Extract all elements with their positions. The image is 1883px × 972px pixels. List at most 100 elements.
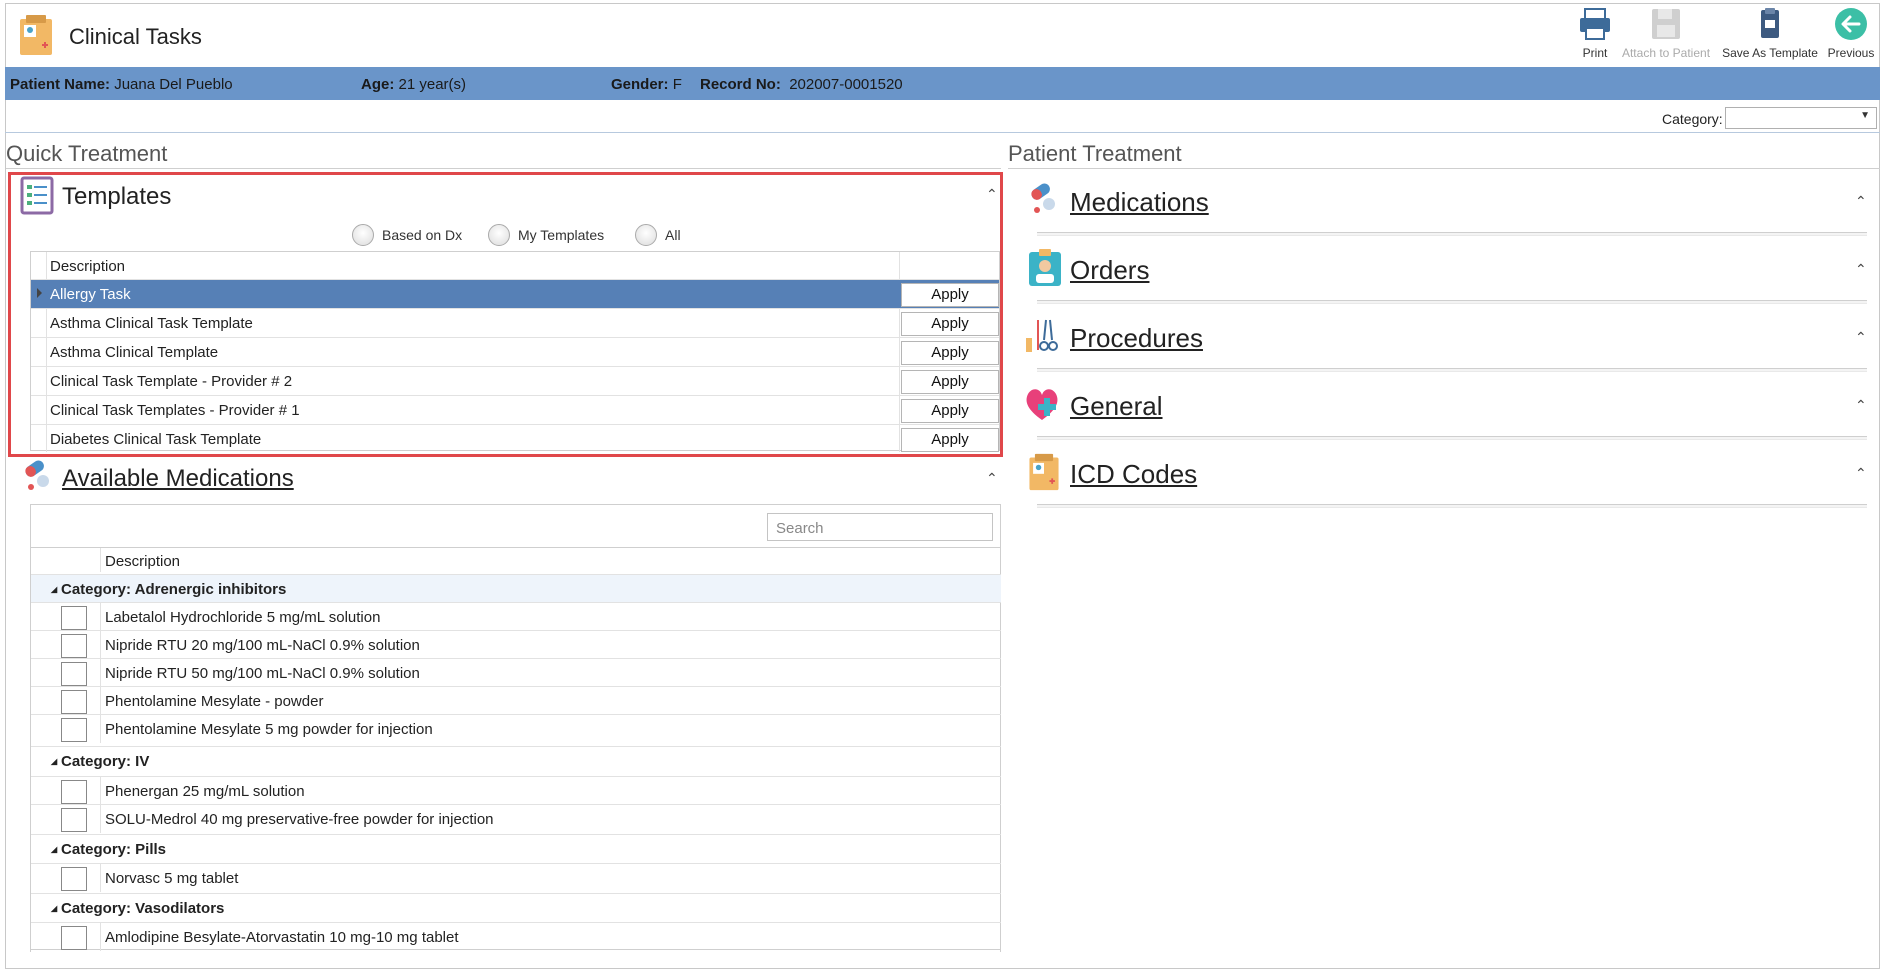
- category-label: Category: Pills: [61, 841, 167, 858]
- description-column-header: Description: [105, 553, 181, 570]
- category-label: Category:: [1662, 111, 1723, 127]
- divider: [31, 547, 1001, 548]
- column-divider: [100, 659, 101, 687]
- apply-button[interactable]: Apply: [901, 283, 999, 307]
- procedures-section-title[interactable]: Procedures: [1070, 323, 1203, 354]
- gender-label: Gender:: [611, 76, 669, 93]
- templates-title: Templates: [62, 183, 172, 210]
- template-row[interactable]: Asthma Clinical Task Template Apply: [31, 308, 999, 337]
- medication-row[interactable]: SOLU-Medrol 40 mg preservative-free powd…: [31, 804, 1001, 833]
- medications-section-title[interactable]: Medications: [1070, 187, 1209, 218]
- template-row[interactable]: Clinical Task Template - Provider # 2 Ap…: [31, 366, 999, 395]
- medication-row[interactable]: Phenergan 25 mg/mL solution: [31, 776, 1001, 805]
- medication-checkbox[interactable]: [61, 867, 87, 891]
- apply-button[interactable]: Apply: [901, 370, 999, 394]
- general-section-title[interactable]: General: [1070, 391, 1163, 422]
- collapse-triangle-icon[interactable]: ◢: [51, 757, 57, 766]
- collapse-medications-icon[interactable]: ⌃: [986, 470, 998, 487]
- column-divider: [100, 687, 101, 715]
- radio-my-templates[interactable]: My Templates: [488, 224, 604, 246]
- medication-row[interactable]: Norvasc 5 mg tablet: [31, 863, 1001, 892]
- template-name: Diabetes Clinical Task Template: [50, 431, 262, 448]
- collapse-templates-icon[interactable]: ⌃: [986, 186, 998, 203]
- column-divider: [100, 715, 101, 743]
- available-medications-title[interactable]: Available Medications: [62, 465, 294, 493]
- quick-treatment-underline: [6, 168, 1001, 169]
- collapse-icd-codes-section-icon[interactable]: ⌃: [1855, 465, 1867, 482]
- collapse-orders-section-icon[interactable]: ⌃: [1855, 261, 1867, 278]
- patient-name: Patient Name: Juana Del Pueblo: [10, 76, 233, 93]
- record-label: Record No:: [700, 76, 781, 93]
- attach-to-patient-button[interactable]: Attach to Patient: [1616, 6, 1716, 60]
- medication-checkbox[interactable]: [61, 634, 87, 658]
- radio-label: All: [665, 227, 681, 243]
- column-divider: [100, 864, 101, 892]
- column-divider: [100, 805, 101, 833]
- template-row[interactable]: Diabetes Clinical Task Template Apply: [31, 424, 999, 453]
- patient-record: Record No: 202007-0001520: [700, 76, 903, 93]
- apply-button[interactable]: Apply: [901, 428, 999, 452]
- category-group-row[interactable]: ◢ Category: Pills: [31, 834, 1001, 862]
- patient-age: Age: 21 year(s): [361, 76, 466, 93]
- orders-section-title[interactable]: Orders: [1070, 255, 1149, 286]
- print-button[interactable]: Print: [1572, 6, 1618, 60]
- printer-icon: [1580, 8, 1610, 40]
- search-input[interactable]: Search: [767, 513, 993, 541]
- medication-checkbox[interactable]: [61, 780, 87, 804]
- template-row[interactable]: Clinical Task Templates - Provider # 1 A…: [31, 395, 999, 424]
- icd-codes-section-title[interactable]: ICD Codes: [1070, 459, 1197, 490]
- category-select[interactable]: ▼: [1725, 107, 1877, 129]
- template-name: Allergy Task: [50, 286, 131, 303]
- medication-checkbox[interactable]: [61, 718, 87, 742]
- page-title: Clinical Tasks: [69, 24, 202, 49]
- medication-row[interactable]: Phentolamine Mesylate 5 mg powder for in…: [31, 714, 1001, 743]
- medication-row[interactable]: Nipride RTU 50 mg/100 mL-NaCl 0.9% solut…: [31, 658, 1001, 687]
- medication-name: Amlodipine Besylate-Atorvastatin 10 mg-1…: [105, 929, 459, 946]
- save-as-template-button[interactable]: Save As Template: [1719, 6, 1821, 60]
- template-row[interactable]: Allergy Task Apply: [31, 279, 999, 308]
- radio-all[interactable]: All: [635, 224, 681, 246]
- patient-gender: Gender: F: [611, 76, 682, 93]
- category-group-row[interactable]: ◢ Category: Vasodilators: [31, 893, 1001, 921]
- category-label: Category: Vasodilators: [61, 900, 225, 917]
- previous-label: Previous: [1827, 46, 1875, 60]
- medication-checkbox[interactable]: [61, 926, 87, 950]
- medication-checkbox[interactable]: [61, 690, 87, 714]
- category-group-row[interactable]: ◢ Category: IV: [31, 746, 1001, 774]
- medication-checkbox[interactable]: [61, 662, 87, 686]
- doctor-order-icon: [1029, 249, 1061, 286]
- collapse-general-section-icon[interactable]: ⌃: [1855, 397, 1867, 414]
- clipboard-save-icon: [1761, 8, 1779, 38]
- radio-based-on-dx[interactable]: Based on Dx: [352, 224, 462, 246]
- collapse-triangle-icon[interactable]: ◢: [51, 845, 57, 854]
- medication-row[interactable]: Labetalol Hydrochloride 5 mg/mL solution: [31, 602, 1001, 631]
- category-label: Category: Adrenergic inhibitors: [61, 581, 287, 598]
- clinical-tasks-icon: [20, 15, 52, 55]
- radio-circle: [352, 224, 374, 246]
- chevron-down-icon: ▼: [1860, 110, 1870, 121]
- medication-row[interactable]: Phentolamine Mesylate - powder: [31, 686, 1001, 715]
- medication-row[interactable]: Nipride RTU 20 mg/100 mL-NaCl 0.9% solut…: [31, 630, 1001, 659]
- quick-treatment-title: Quick Treatment: [6, 141, 168, 166]
- section-divider: [1037, 368, 1867, 372]
- template-row[interactable]: Asthma Clinical Template Apply: [31, 337, 999, 366]
- back-arrow-icon: [1835, 8, 1867, 40]
- medication-name: Norvasc 5 mg tablet: [105, 870, 239, 887]
- apply-button[interactable]: Apply: [901, 341, 999, 365]
- medication-name: Nipride RTU 20 mg/100 mL-NaCl 0.9% solut…: [105, 637, 420, 654]
- apply-button[interactable]: Apply: [901, 312, 999, 336]
- medication-checkbox[interactable]: [61, 808, 87, 832]
- apply-button[interactable]: Apply: [901, 399, 999, 423]
- medication-checkbox[interactable]: [61, 606, 87, 630]
- collapse-triangle-icon[interactable]: ◢: [51, 585, 57, 594]
- collapse-procedures-section-icon[interactable]: ⌃: [1855, 329, 1867, 346]
- column-divider: [100, 631, 101, 659]
- previous-button[interactable]: Previous: [1822, 6, 1880, 60]
- medication-row[interactable]: Amlodipine Besylate-Atorvastatin 10 mg-1…: [31, 922, 1001, 951]
- collapse-triangle-icon[interactable]: ◢: [51, 904, 57, 913]
- category-group-row[interactable]: ◢ Category: Adrenergic inhibitors: [31, 574, 1001, 602]
- surgical-tools-icon: [1026, 319, 1058, 352]
- pills-icon: [25, 460, 49, 490]
- collapse-medications-section-icon[interactable]: ⌃: [1855, 193, 1867, 210]
- medication-name: SOLU-Medrol 40 mg preservative-free powd…: [105, 811, 494, 828]
